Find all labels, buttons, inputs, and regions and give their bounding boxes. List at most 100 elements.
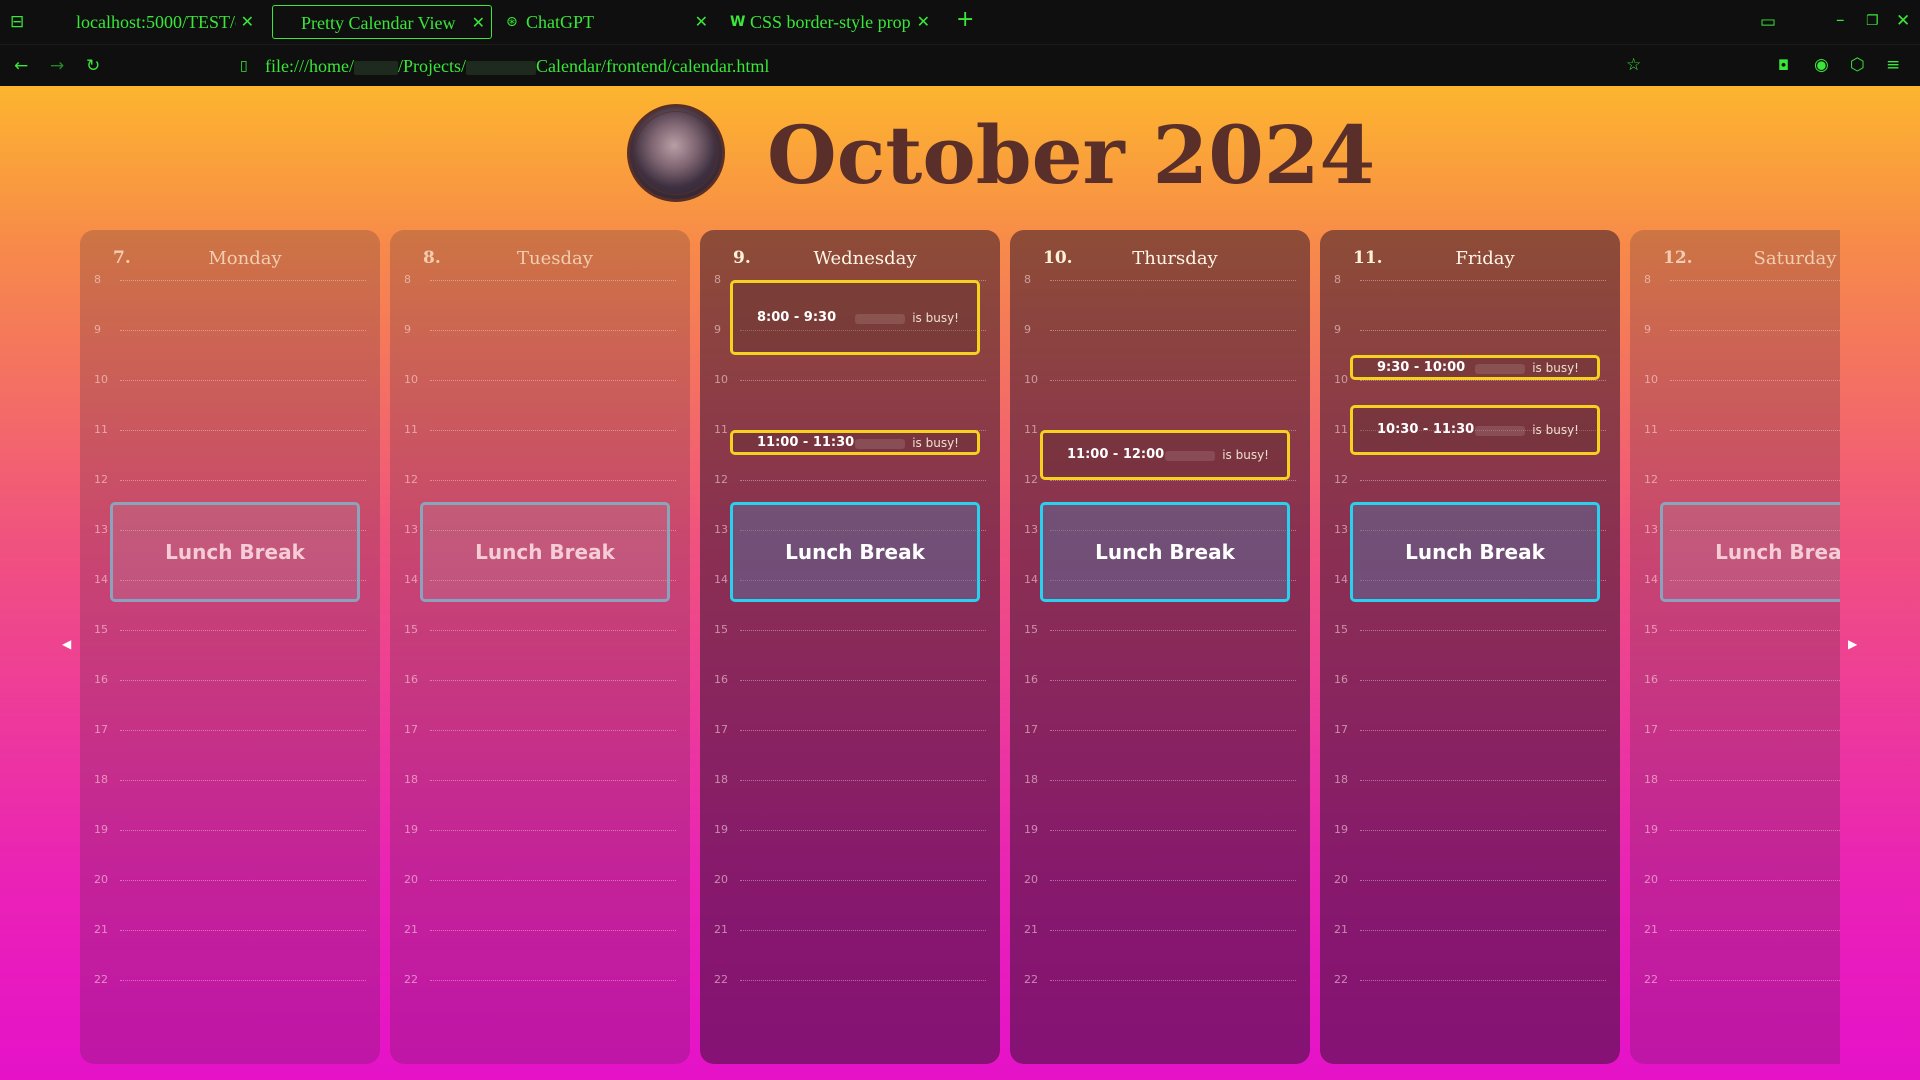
hour-gridline: [1360, 980, 1606, 981]
minimize-icon[interactable]: –: [1836, 10, 1845, 30]
hour-gridline: [1670, 680, 1840, 681]
hour-gridline: [1670, 880, 1840, 881]
hour-gridline: [430, 730, 676, 731]
hour-gridline: [1670, 830, 1840, 831]
busy-event[interactable]: 11:00 - 12:00 is busy!: [1040, 430, 1290, 480]
hour-gridline: [1050, 280, 1296, 281]
hour-gridline: [1670, 330, 1840, 331]
close-icon[interactable]: ✕: [695, 5, 708, 39]
lunch-break-block[interactable]: Lunch Break: [110, 502, 360, 602]
hour-gridline: [1360, 830, 1606, 831]
hour-gridline: [740, 930, 986, 931]
lunch-break-block[interactable]: Lunch Break: [730, 502, 980, 602]
pocket-icon[interactable]: ◘: [1778, 56, 1789, 76]
redacted-username: [353, 60, 398, 75]
day-name: Saturday: [1753, 248, 1837, 269]
event-time: 10:30 - 11:30: [1377, 422, 1475, 437]
hour-gridline: [1360, 680, 1606, 681]
new-tab-button[interactable]: +: [956, 9, 974, 31]
restore-icon[interactable]: ❐: [1866, 11, 1879, 31]
reload-icon[interactable]: ↻: [86, 56, 100, 76]
hour-label: 9: [1024, 323, 1031, 336]
hour-gridline: [120, 630, 366, 631]
hour-label: 17: [94, 723, 108, 736]
hour-gridline: [1050, 480, 1296, 481]
hour-gridline: [120, 780, 366, 781]
hour-gridline: [120, 980, 366, 981]
hour-label: 17: [1334, 723, 1348, 736]
hour-label: 10: [404, 373, 418, 386]
lunch-break-block[interactable]: Lunch Break: [1040, 502, 1290, 602]
url-bar[interactable]: file:///home/ /Projects/Calendar/frontend…: [265, 45, 769, 87]
hour-gridline: [430, 980, 676, 981]
forward-icon[interactable]: →: [50, 56, 64, 76]
redacted-name: [855, 438, 905, 449]
sidebar-icon[interactable]: ▭: [1760, 12, 1776, 32]
hour-label: 12: [1644, 473, 1658, 486]
hour-label: 20: [94, 873, 108, 886]
tab-chatgpt[interactable]: ⊛ ChatGPT ✕: [504, 5, 714, 39]
hour-label: 17: [404, 723, 418, 736]
hour-label: 22: [714, 973, 728, 986]
tab-pretty-calendar[interactable]: Pretty Calendar View ✕: [272, 5, 492, 39]
hour-gridline: [1050, 830, 1296, 831]
lunch-break-block[interactable]: Lunch Break: [420, 502, 670, 602]
day-column-friday: 11. Friday 8 9 10 11 12 13 14 15 16 17 18 19 20 21 22 9:3…: [1320, 230, 1620, 1064]
hour-gridline: [740, 980, 986, 981]
tab-localhost[interactable]: localhost:5000/TEST/c ✕: [46, 5, 260, 39]
extensions-icon[interactable]: ⬡: [1850, 55, 1865, 75]
hour-label: 10: [1644, 373, 1658, 386]
tab-css-border-style[interactable]: W CSS border-style prop ✕: [728, 5, 936, 39]
redacted-name: [1165, 451, 1215, 461]
menu-icon[interactable]: ≡: [1886, 55, 1900, 75]
hour-label: 22: [1644, 973, 1658, 986]
hour-label: 12: [404, 473, 418, 486]
back-icon[interactable]: ←: [14, 56, 28, 76]
busy-event[interactable]: 11:00 - 11:30 is busy!: [730, 430, 980, 455]
tab-bar: ⊟ localhost:5000/TEST/c ✕ Pretty Calenda…: [0, 0, 1920, 44]
busy-event[interactable]: 9:30 - 10:00 is busy!: [1350, 355, 1600, 380]
busy-event[interactable]: 8:00 - 9:30 is busy!: [730, 280, 980, 355]
hour-gridline: [120, 930, 366, 931]
hour-label: 22: [404, 973, 418, 986]
hour-gridline: [1050, 880, 1296, 881]
close-icon[interactable]: ✕: [241, 5, 254, 39]
hour-gridline: [1050, 930, 1296, 931]
hour-label: 16: [1644, 673, 1658, 686]
hour-gridline: [1670, 980, 1840, 981]
tab-list-icon[interactable]: ⊟: [10, 12, 24, 32]
bookmark-star-icon[interactable]: ☆: [1626, 55, 1641, 75]
hour-gridline: [740, 830, 986, 831]
event-time: 11:00 - 12:00: [1067, 447, 1165, 462]
tab-title: Pretty Calendar View: [301, 13, 456, 33]
hour-gridline: [120, 380, 366, 381]
hour-gridline: [1360, 380, 1606, 381]
lunch-break-block[interactable]: Lunch Break: [1660, 502, 1840, 602]
hour-label: 12: [1334, 473, 1348, 486]
hour-gridline: [1050, 680, 1296, 681]
hour-gridline: [740, 780, 986, 781]
chatgpt-icon: ⊛: [506, 14, 518, 30]
hour-gridline: [120, 330, 366, 331]
busy-event[interactable]: 10:30 - 11:30 is busy!: [1350, 405, 1600, 455]
hour-label: 19: [1334, 823, 1348, 836]
prev-week-icon[interactable]: ◀: [62, 638, 71, 650]
next-week-icon[interactable]: ▶: [1848, 638, 1857, 650]
hour-gridline: [430, 930, 676, 931]
account-icon[interactable]: ◉: [1814, 55, 1829, 75]
lunch-break-block[interactable]: Lunch Break: [1350, 502, 1600, 602]
hour-gridline: [1360, 930, 1606, 931]
hour-label: 20: [714, 873, 728, 886]
hour-gridline: [1670, 280, 1840, 281]
hour-label: 11: [1644, 423, 1658, 436]
day-column-monday: 7. Monday 8 9 10 11 12 13 14 15 16 17 18 19 20 21 22 Lunc…: [80, 230, 380, 1064]
hour-label: 18: [94, 773, 108, 786]
close-window-icon[interactable]: ✕: [1896, 11, 1910, 31]
hour-label: 18: [404, 773, 418, 786]
hour-gridline: [1670, 480, 1840, 481]
close-icon[interactable]: ✕: [917, 5, 930, 39]
hour-label: 11: [94, 423, 108, 436]
hour-label: 18: [714, 773, 728, 786]
close-icon[interactable]: ✕: [472, 6, 485, 38]
hour-gridline: [740, 630, 986, 631]
